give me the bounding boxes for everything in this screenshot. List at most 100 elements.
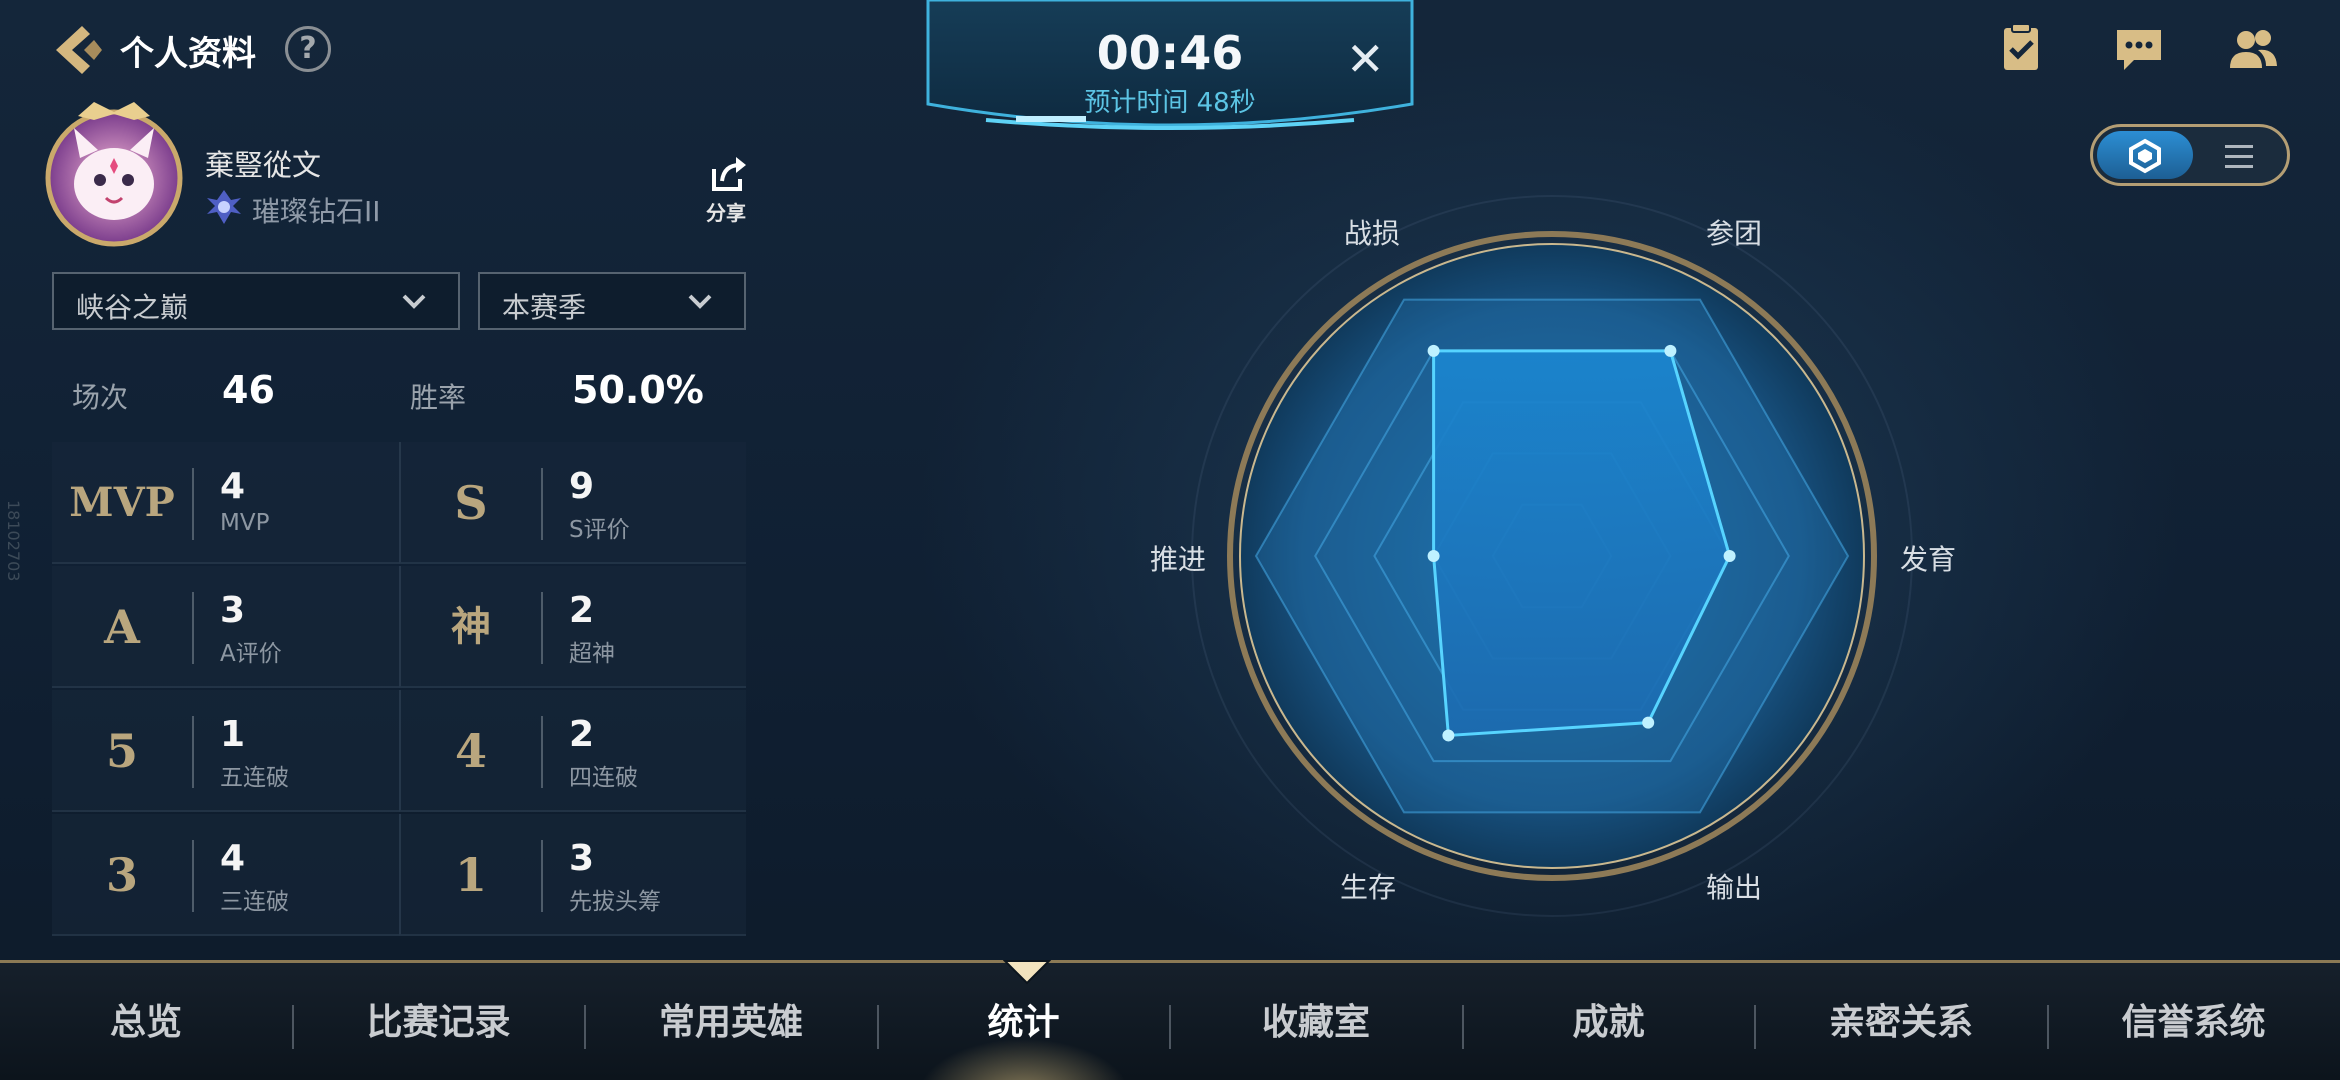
rank-label: 璀璨钻石II	[252, 195, 381, 228]
games-label: 场次	[72, 381, 129, 414]
badge-value: 3	[569, 838, 595, 879]
mvp-icon: MVP	[69, 479, 175, 526]
badge-value: 4	[220, 838, 246, 879]
badge-label: 五连破	[220, 765, 289, 791]
side-id-text: 18102703	[4, 500, 23, 582]
tab-3[interactable]: 统计	[875, 963, 1172, 1080]
radar-view-button[interactable]	[2097, 131, 2193, 179]
radar-axis-label: 参团	[1706, 217, 1763, 250]
tab-0[interactable]: 总览	[0, 963, 292, 1080]
tab-7[interactable]: 信誉系统	[2048, 963, 2340, 1080]
mode-dropdown-value: 峡谷之巅	[76, 291, 189, 324]
share-icon	[712, 157, 746, 191]
tab-1[interactable]: 比赛记录	[293, 963, 585, 1080]
badge-value: 2	[569, 714, 595, 755]
help-icon[interactable]: ?	[285, 26, 331, 72]
badge-label: 四连破	[569, 765, 638, 791]
godlike-icon: 神	[451, 603, 491, 650]
badge-s-rating: S 9 S评价	[399, 442, 746, 564]
badge-label: 先拔头筹	[569, 889, 661, 915]
tab-label: 亲密关系	[1828, 1002, 1973, 1043]
tab-4[interactable]: 收藏室	[1170, 963, 1462, 1080]
badge-label: 超神	[569, 641, 615, 667]
tab-label: 总览	[109, 1002, 182, 1043]
games-value: 46	[222, 368, 275, 412]
tab-label: 统计	[987, 1002, 1060, 1043]
tab-label: 收藏室	[1261, 1002, 1370, 1043]
tab-divider	[1169, 1005, 1171, 1049]
badge-label: A评价	[220, 641, 282, 667]
season-dropdown-value: 本赛季	[502, 291, 587, 324]
radar-axis-label: 战损	[1344, 217, 1401, 250]
badge-value: 9	[569, 466, 595, 507]
tab-label: 比赛记录	[366, 1002, 511, 1043]
radar-point-5	[1427, 344, 1440, 357]
tab-divider	[291, 1005, 294, 1049]
matchmaking-timer: 00:46 预计时间 48秒 ✕	[926, 0, 1414, 136]
radar-point-1	[1723, 550, 1736, 562]
radar-point-4	[1427, 550, 1440, 562]
radar-axis-label: 推进	[1150, 543, 1207, 576]
radar-chart: 参团 发育 输出 生存 推进 战损	[1100, 180, 2000, 920]
badge-value: 4	[220, 466, 246, 507]
badge-penta-kill: 5 1 五连破	[52, 690, 399, 812]
badge-triple-kill: 3 4 三连破	[52, 814, 399, 936]
chevron-down-icon	[688, 294, 712, 309]
page-title: 个人资料	[120, 34, 256, 74]
tab-divider	[584, 1005, 586, 1049]
badge-first-blood: 1 3 先拔头筹	[399, 814, 746, 936]
tab-5[interactable]: 成就	[1463, 963, 1755, 1080]
back-arrow-icon[interactable]	[48, 20, 108, 80]
friends-icon[interactable]	[2226, 22, 2280, 76]
radar-axis-label: 发育	[1900, 543, 1957, 576]
top-bar: 个人资料 ? 00:46 预计时间 48秒 ✕	[0, 0, 2340, 130]
share-label: 分享	[706, 201, 746, 225]
radar-point-0	[1664, 344, 1677, 357]
radar-axis-label: 输出	[1706, 871, 1763, 904]
season-dropdown[interactable]: 本赛季	[478, 272, 746, 330]
badge-label: MVP	[220, 510, 270, 536]
radar-point-3	[1442, 729, 1455, 742]
task-icon[interactable]	[1994, 22, 2048, 76]
tab-divider	[1461, 1005, 1464, 1049]
penta-kill-icon: 5	[105, 724, 138, 778]
radar-icon	[2129, 138, 2161, 174]
timer-time: 00:46	[1096, 26, 1244, 80]
winrate-label: 胜率	[410, 381, 467, 414]
timer-estimate: 预计时间 48秒	[1084, 88, 1256, 118]
close-icon[interactable]: ✕	[1346, 32, 1385, 86]
badge-value: 2	[569, 590, 595, 631]
winrate-value: 50.0%	[572, 368, 704, 412]
s-rating-icon: S	[454, 476, 488, 530]
badge-quadra-kill: 4 2 四连破	[399, 690, 746, 812]
tab-label: 信誉系统	[2121, 1002, 2266, 1043]
tab-label: 成就	[1572, 1002, 1645, 1043]
badge-godlike: 神 2 超神	[399, 566, 746, 688]
chat-icon[interactable]	[2112, 22, 2166, 76]
a-rating-icon: A	[104, 600, 140, 654]
badge-value: 1	[220, 714, 246, 755]
share-button[interactable]: 分享	[700, 155, 752, 227]
first-blood-icon: 1	[454, 848, 487, 902]
tab-6[interactable]: 亲密关系	[1755, 963, 2047, 1080]
radar-axis-label: 生存	[1340, 871, 1397, 904]
avatar[interactable]	[34, 98, 194, 248]
tab-divider	[876, 1005, 879, 1049]
view-toggle[interactable]	[2090, 124, 2290, 186]
badge-value: 3	[220, 590, 246, 631]
list-icon[interactable]	[2213, 141, 2265, 173]
badge-grid: MVP 4 MVP S 9 S评价 A 3 A评价 神 2 超神 5 1 五连破	[52, 442, 748, 936]
badge-label: 三连破	[220, 889, 289, 915]
mode-dropdown[interactable]: 峡谷之巅	[52, 272, 460, 330]
tab-divider	[2046, 1005, 2049, 1049]
rank-diamond-icon	[207, 190, 241, 224]
tab-divider	[1754, 1005, 1756, 1049]
badge-mvp: MVP 4 MVP	[52, 442, 399, 564]
radar-chart-svg	[1191, 195, 1913, 917]
tab-2[interactable]: 常用英雄	[585, 963, 877, 1080]
tab-label: 常用英雄	[658, 1002, 803, 1043]
profile-stats-screen: 个人资料 ? 00:46 预计时间 48秒 ✕ 棄豎從文 璀璨钻石II 分享 峡…	[0, 0, 2340, 1080]
bottom-tab-bar: 总览 比赛记录 常用英雄 统计 收藏室 成就 亲密关系 信誉系统	[0, 960, 2340, 1080]
username: 棄豎從文	[205, 148, 322, 182]
quadra-kill-icon: 4	[454, 724, 487, 778]
